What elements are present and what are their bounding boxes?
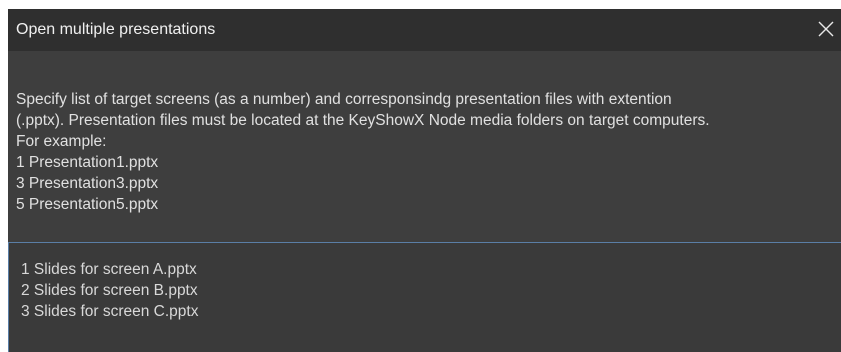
- textarea-line: 2 Slides for screen B.pptx: [21, 282, 198, 299]
- close-icon: [818, 21, 834, 37]
- textarea-content: 1 Slides for screen A.pptx 2 Slides for …: [21, 259, 198, 322]
- instructions-line-3: For example:: [16, 133, 107, 150]
- example-line: 1 Presentation1.pptx: [16, 154, 159, 171]
- instructions-text: Specify list of target screens (as a num…: [16, 89, 836, 215]
- example-line: 5 Presentation5.pptx: [16, 196, 159, 213]
- close-button[interactable]: [809, 9, 841, 51]
- title-bar: Open multiple presentations: [8, 9, 841, 51]
- textarea-line: 3 Slides for screen C.pptx: [21, 303, 199, 320]
- presentation-list-textarea[interactable]: 1 Slides for screen A.pptx 2 Slides for …: [8, 242, 841, 352]
- example-line: 3 Presentation3.pptx: [16, 175, 159, 192]
- instructions-line-1: Specify list of target screens (as a num…: [16, 91, 672, 108]
- open-multiple-presentations-dialog: Open multiple presentations Specify list…: [8, 9, 841, 352]
- textarea-line: 1 Slides for screen A.pptx: [21, 261, 197, 278]
- dialog-title: Open multiple presentations: [16, 21, 216, 38]
- instructions-line-2: (.pptx). Presentation files must be loca…: [16, 112, 710, 129]
